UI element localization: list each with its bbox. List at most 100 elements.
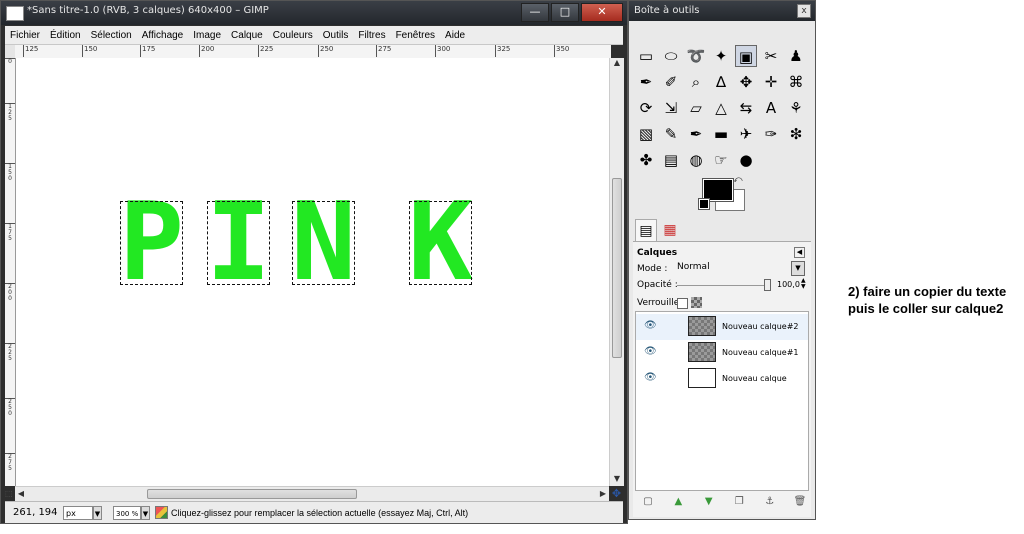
horizontal-scroll-thumb[interactable] (147, 489, 357, 499)
layer-row[interactable]: 👁 Nouveau calque#1 (636, 340, 808, 366)
chevron-down-icon[interactable]: ▼ (791, 261, 805, 276)
horizontal-ruler[interactable]: 125 150 175 200 225 250 275 300 325 350 (15, 45, 611, 59)
tab-tool-options-icon[interactable]: ▦ (659, 219, 681, 241)
new-layer-icon[interactable]: ▢ (641, 495, 655, 509)
measure-icon[interactable]: ∆ (710, 71, 732, 93)
scroll-down-icon[interactable]: ▼ (610, 474, 624, 486)
panel-menu-icon[interactable]: ◀ (794, 247, 805, 258)
menu-image[interactable]: Image (188, 30, 226, 41)
rotate-icon[interactable]: ⟳ (635, 97, 657, 119)
menu-selection[interactable]: Sélection (86, 30, 137, 41)
minimize-button[interactable]: — (521, 3, 549, 22)
toolbox-close-button[interactable]: x (797, 4, 811, 18)
layer-row[interactable]: 👁 Nouveau calque (636, 366, 808, 392)
delete-layer-icon[interactable]: 🗑 (793, 495, 807, 509)
anchor-layer-icon[interactable]: ⚓ (763, 495, 777, 509)
menu-couleurs[interactable]: Couleurs (268, 30, 318, 41)
chevron-down-icon[interactable]: ▼ (141, 505, 150, 520)
zoom-select[interactable]: 300 % ▼ (113, 505, 150, 520)
flip-icon[interactable]: ⇆ (735, 97, 757, 119)
tab-layers-icon[interactable]: ▤ (635, 219, 657, 241)
maximize-button[interactable]: □ (551, 3, 579, 22)
bucket-fill-icon[interactable]: ⚘ (785, 97, 807, 119)
scroll-up-icon[interactable]: ▲ (610, 58, 624, 70)
visibility-eye-icon[interactable]: 👁 (644, 346, 657, 357)
raise-layer-icon[interactable]: ▲ (671, 495, 685, 509)
text-icon[interactable]: A (760, 97, 782, 119)
opacity-value[interactable]: 100,0 (777, 280, 800, 289)
crop-icon[interactable]: ⌘ (785, 71, 807, 93)
lasso-icon[interactable]: ➰ (685, 45, 707, 67)
menu-aide[interactable]: Aide (440, 30, 470, 41)
opacity-spinner-icon[interactable]: ▲ ▼ (801, 278, 806, 290)
scissors-icon[interactable]: ✂ (760, 45, 782, 67)
quick-mask-icon[interactable]: ⬚ (5, 487, 15, 500)
toolbox-window: Boîte à outils x ▭ ⬭ ➰ ✦ ▣ ✂ ♟ ✒ ✐ ⌕ ∆ ✥ ✛ ⌘ ⟳ ⇲ ▱ △ ⇆ A ⚘ ▧ ✎… (628, 0, 816, 520)
pointer-coordinates: 261, 194 (13, 507, 58, 518)
rect-select-icon[interactable]: ▭ (635, 45, 657, 67)
title-bar[interactable]: *Sans titre-1.0 (RVB, 3 calques) 640x400… (1, 1, 627, 25)
shear-icon[interactable]: ▱ (685, 97, 707, 119)
paths-icon[interactable]: ✒ (635, 71, 657, 93)
opacity-slider-handle[interactable] (764, 279, 771, 291)
ink-icon[interactable]: ✑ (760, 123, 782, 145)
toolbox-title-bar[interactable]: Boîte à outils x (629, 1, 815, 21)
lower-layer-icon[interactable]: ▼ (702, 495, 716, 509)
foreground-select-icon[interactable]: ♟ (785, 45, 807, 67)
zoom-icon[interactable]: ⌕ (685, 71, 707, 93)
ruler-tick: 1 5 0 (5, 163, 15, 182)
foreground-color-swatch[interactable] (702, 178, 734, 202)
menu-filtres[interactable]: Filtres (353, 30, 390, 41)
menu-fichier[interactable]: Fichier (5, 30, 45, 41)
visibility-eye-icon[interactable]: 👁 (644, 320, 657, 331)
lock-pixels-checkbox[interactable] (677, 298, 688, 309)
ruler-tick: 275 (376, 45, 391, 57)
perspective-icon[interactable]: △ (710, 97, 732, 119)
menu-fenetres[interactable]: Fenêtres (391, 30, 440, 41)
opacity-slider[interactable] (677, 285, 767, 286)
status-bar: 261, 194 px ▼ 300 % ▼ Cliquez-glissez pour… (5, 501, 623, 523)
menu-affichage[interactable]: Affichage (137, 30, 189, 41)
canvas-letter-p: P (119, 180, 185, 305)
dodge-burn-icon[interactable]: ● (735, 149, 757, 171)
scale-icon[interactable]: ⇲ (660, 97, 682, 119)
fuzzy-select-icon[interactable]: ✦ (710, 45, 732, 67)
close-button[interactable]: ✕ (581, 3, 623, 22)
blur-icon[interactable]: ◍ (685, 149, 707, 171)
mode-select[interactable]: Normal ▼ (677, 261, 805, 276)
clone-icon[interactable]: ❇ (785, 123, 807, 145)
move-icon[interactable]: ✥ (735, 71, 757, 93)
ellipse-select-icon[interactable]: ⬭ (660, 45, 682, 67)
scroll-right-icon[interactable]: ▶ (597, 487, 609, 501)
vertical-ruler[interactable]: 0 1 2 5 1 5 0 1 7 5 2 0 0 2 2 5 2 5 0 2 … (5, 58, 16, 486)
vertical-scrollbar[interactable]: ▲ ▼ (609, 58, 624, 486)
heal-icon[interactable]: ✤ (635, 149, 657, 171)
layer-row[interactable]: 👁 Nouveau calque#2 (636, 314, 808, 340)
menu-calque[interactable]: Calque (226, 30, 268, 41)
duplicate-layer-icon[interactable]: ❐ (732, 495, 746, 509)
perspective-clone-icon[interactable]: ▤ (660, 149, 682, 171)
chevron-down-icon[interactable]: ▼ (93, 505, 102, 520)
default-colors-icon[interactable] (698, 198, 710, 210)
menu-outils[interactable]: Outils (318, 30, 354, 41)
color-select-icon[interactable]: ▣ (735, 45, 757, 67)
eraser-icon[interactable]: ▬ (710, 123, 732, 145)
visibility-eye-icon[interactable]: 👁 (644, 372, 657, 383)
swap-colors-icon[interactable]: ⤺ (733, 175, 743, 185)
pencil-icon[interactable]: ✎ (660, 123, 682, 145)
paintbrush-icon[interactable]: ✒ (685, 123, 707, 145)
opacity-label: Opacité : (637, 280, 678, 290)
horizontal-scrollbar[interactable]: ◀ ▶ (15, 486, 609, 501)
vertical-scroll-thumb[interactable] (612, 178, 622, 358)
align-icon[interactable]: ✛ (760, 71, 782, 93)
menu-edition[interactable]: Édition (45, 30, 86, 41)
unit-select[interactable]: px ▼ (63, 505, 102, 520)
blend-icon[interactable]: ▧ (635, 123, 657, 145)
color-picker-icon[interactable]: ✐ (660, 71, 682, 93)
lock-alpha-icon[interactable] (691, 297, 702, 308)
scroll-left-icon[interactable]: ◀ (15, 487, 27, 501)
airbrush-icon[interactable]: ✈ (735, 123, 757, 145)
smudge-icon[interactable]: ☞ (710, 149, 732, 171)
navigate-icon[interactable]: ✥ (610, 487, 623, 500)
image-canvas[interactable]: P I N K (16, 58, 609, 486)
